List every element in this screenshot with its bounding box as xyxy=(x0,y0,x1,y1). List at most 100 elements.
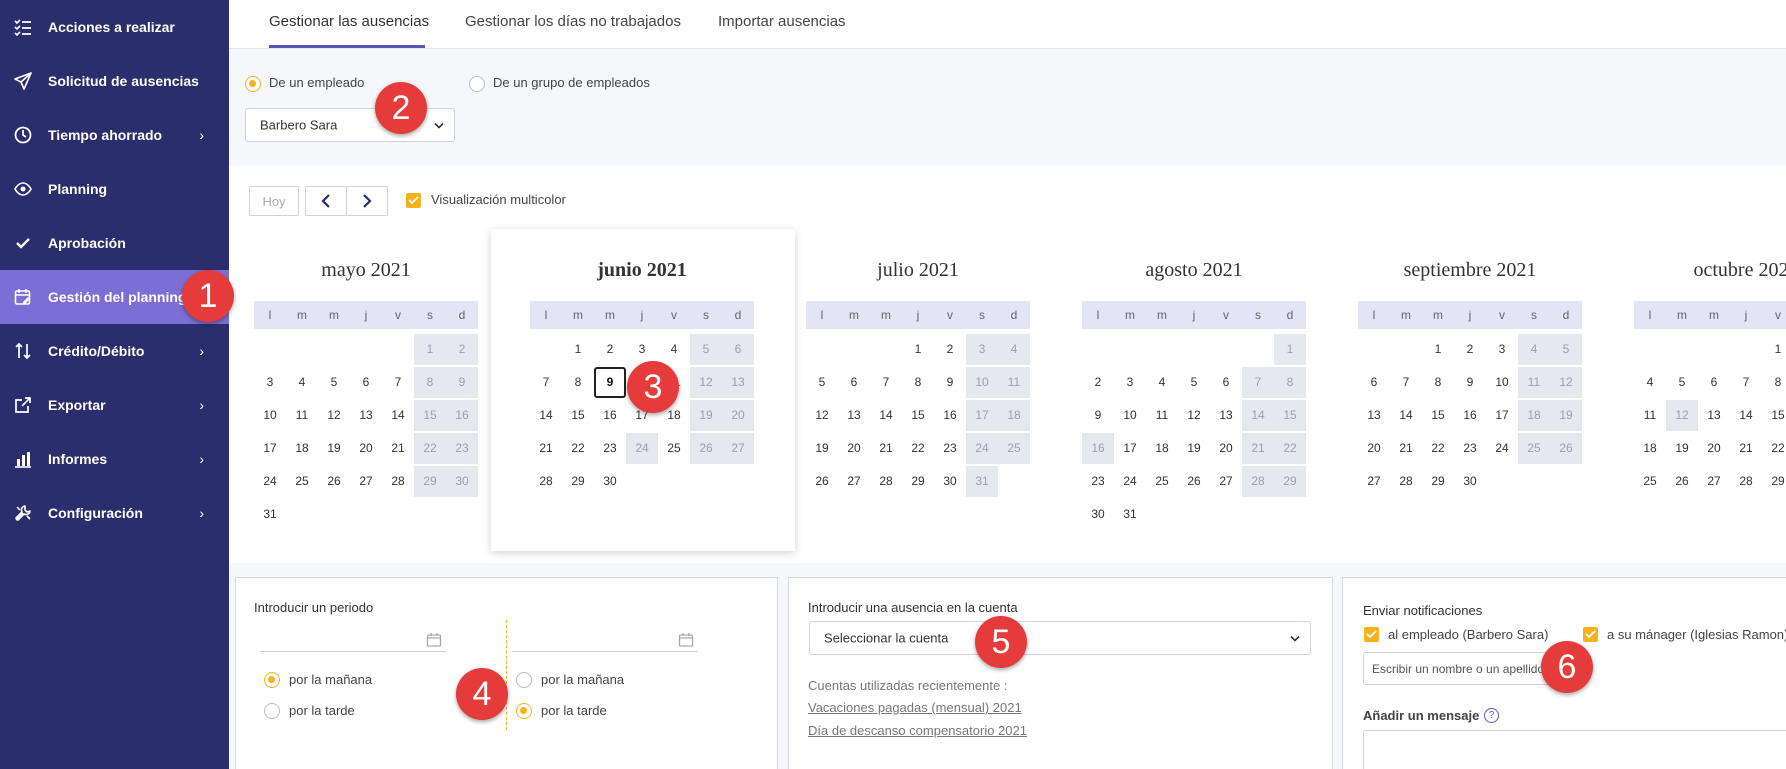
calendar-day[interactable]: 22 xyxy=(902,433,934,464)
notify-manager-checkbox[interactable] xyxy=(1583,627,1598,642)
calendar-day[interactable]: 28 xyxy=(1390,466,1422,497)
calendar-day[interactable]: 2 xyxy=(594,334,626,365)
calendar-day[interactable]: 14 xyxy=(530,400,562,431)
calendar-day[interactable]: 18 xyxy=(1518,400,1550,431)
sidebar-item-planning[interactable]: Planning xyxy=(0,162,229,216)
calendar-day[interactable]: 17 xyxy=(966,400,998,431)
calendar-day[interactable]: 18 xyxy=(1146,433,1178,464)
calendar-day[interactable]: 1 xyxy=(414,334,446,365)
calendar-day[interactable]: 5 xyxy=(1550,334,1582,365)
calendar-day[interactable]: 5 xyxy=(1178,367,1210,398)
calendar-day[interactable]: 10 xyxy=(254,400,286,431)
sidebar-item-informes[interactable]: Informes › xyxy=(0,432,229,486)
calendar-day[interactable]: 12 xyxy=(690,367,722,398)
calendar-day[interactable]: 19 xyxy=(1178,433,1210,464)
sidebar-item-solicitud[interactable]: Solicitud de ausencias xyxy=(0,54,229,108)
recent-account-link[interactable]: Día de descanso compensatorio 2021 xyxy=(808,723,1027,738)
calendar-day[interactable]: 14 xyxy=(382,400,414,431)
calendar-day[interactable]: 12 xyxy=(1666,400,1698,431)
end-date-input[interactable] xyxy=(512,630,698,652)
calendar-day[interactable]: 11 xyxy=(1146,400,1178,431)
calendar-day[interactable]: 29 xyxy=(1762,466,1786,497)
calendar-day[interactable]: 27 xyxy=(350,466,382,497)
sidebar-item-tiempo[interactable]: Tiempo ahorrado › xyxy=(0,108,229,162)
tab-importar-ausencias[interactable]: Importar ausencias xyxy=(718,13,846,30)
recipient-name-input[interactable]: Escribir un nombre o un apellido xyxy=(1363,652,1553,685)
calendar-day[interactable]: 26 xyxy=(1666,466,1698,497)
calendar-day[interactable]: 7 xyxy=(1390,367,1422,398)
calendar-day[interactable]: 15 xyxy=(414,400,446,431)
calendar-day[interactable]: 10 xyxy=(1114,400,1146,431)
calendar-day[interactable]: 2 xyxy=(934,334,966,365)
calendar-day[interactable]: 1 xyxy=(562,334,594,365)
calendar-day[interactable]: 24 xyxy=(626,433,658,464)
recent-account-link[interactable]: Vacaciones pagadas (mensual) 2021 xyxy=(808,700,1022,715)
calendar-day[interactable]: 9 xyxy=(934,367,966,398)
calendar-day[interactable]: 29 xyxy=(562,466,594,497)
calendar-day[interactable]: 5 xyxy=(1666,367,1698,398)
calendar-day[interactable]: 29 xyxy=(902,466,934,497)
calendar-day[interactable]: 18 xyxy=(998,400,1030,431)
calendar-day[interactable]: 28 xyxy=(870,466,902,497)
calendar-day[interactable]: 8 xyxy=(902,367,934,398)
calendar-day[interactable]: 9 xyxy=(1454,367,1486,398)
calendar-day[interactable]: 23 xyxy=(594,433,626,464)
today-button[interactable]: Hoy xyxy=(249,186,299,216)
calendar-day[interactable]: 26 xyxy=(690,433,722,464)
calendar-day[interactable]: 30 xyxy=(446,466,478,497)
end-morning-radio[interactable] xyxy=(516,672,532,688)
calendar-day[interactable]: 10 xyxy=(1486,367,1518,398)
calendar-day[interactable]: 8 xyxy=(562,367,594,398)
calendar-day[interactable]: 28 xyxy=(530,466,562,497)
calendar-day[interactable]: 4 xyxy=(1634,367,1666,398)
calendar-day[interactable]: 5 xyxy=(318,367,350,398)
calendar-day[interactable]: 23 xyxy=(1454,433,1486,464)
sidebar-item-configuracion[interactable]: Configuración › xyxy=(0,486,229,540)
calendar-day[interactable]: 24 xyxy=(1486,433,1518,464)
calendar-day[interactable]: 4 xyxy=(286,367,318,398)
calendar-day[interactable]: 8 xyxy=(414,367,446,398)
calendar-day[interactable]: 4 xyxy=(658,334,690,365)
calendar-day[interactable]: 12 xyxy=(1550,367,1582,398)
calendar-day[interactable]: 21 xyxy=(1242,433,1274,464)
calendar-day[interactable]: 20 xyxy=(350,433,382,464)
calendar-day[interactable]: 2 xyxy=(1454,334,1486,365)
calendar-day[interactable]: 31 xyxy=(966,466,998,497)
calendar-day[interactable]: 1 xyxy=(1274,334,1306,365)
calendar-day[interactable]: 8 xyxy=(1422,367,1454,398)
calendar-day[interactable]: 29 xyxy=(414,466,446,497)
calendar-day[interactable]: 15 xyxy=(1762,400,1786,431)
sidebar-item-acciones[interactable]: Acciones a realizar xyxy=(0,0,229,54)
calendar-day[interactable]: 12 xyxy=(318,400,350,431)
message-textarea[interactable] xyxy=(1363,730,1786,769)
end-afternoon-radio[interactable] xyxy=(516,703,532,719)
calendar-day[interactable]: 9 xyxy=(594,367,626,398)
calendar-day[interactable]: 22 xyxy=(562,433,594,464)
calendar-day[interactable]: 3 xyxy=(966,334,998,365)
calendar-day[interactable]: 26 xyxy=(1550,433,1582,464)
calendar-day[interactable]: 2 xyxy=(1082,367,1114,398)
calendar-day[interactable]: 21 xyxy=(530,433,562,464)
calendar-day[interactable]: 19 xyxy=(318,433,350,464)
notify-employee-checkbox[interactable] xyxy=(1364,627,1379,642)
calendar-day[interactable]: 14 xyxy=(1390,400,1422,431)
calendar-day[interactable]: 15 xyxy=(902,400,934,431)
calendar-day[interactable]: 27 xyxy=(1210,466,1242,497)
calendar-day[interactable]: 7 xyxy=(1242,367,1274,398)
start-date-input[interactable] xyxy=(260,630,446,652)
calendar-day[interactable]: 19 xyxy=(1550,400,1582,431)
multicolor-checkbox[interactable] xyxy=(406,193,421,208)
calendar-day[interactable]: 23 xyxy=(446,433,478,464)
sidebar-item-credito[interactable]: Crédito/Débito › xyxy=(0,324,229,378)
calendar-day[interactable]: 5 xyxy=(690,334,722,365)
calendar-day[interactable]: 23 xyxy=(1082,466,1114,497)
calendar-day[interactable]: 4 xyxy=(1518,334,1550,365)
calendar-day[interactable]: 22 xyxy=(1762,433,1786,464)
calendar-day[interactable]: 23 xyxy=(934,433,966,464)
calendar-day[interactable]: 29 xyxy=(1422,466,1454,497)
calendar-day[interactable]: 28 xyxy=(1730,466,1762,497)
calendar-day[interactable]: 16 xyxy=(934,400,966,431)
calendar-day[interactable]: 7 xyxy=(870,367,902,398)
calendar-day[interactable]: 24 xyxy=(1114,466,1146,497)
calendar-day[interactable]: 2 xyxy=(446,334,478,365)
